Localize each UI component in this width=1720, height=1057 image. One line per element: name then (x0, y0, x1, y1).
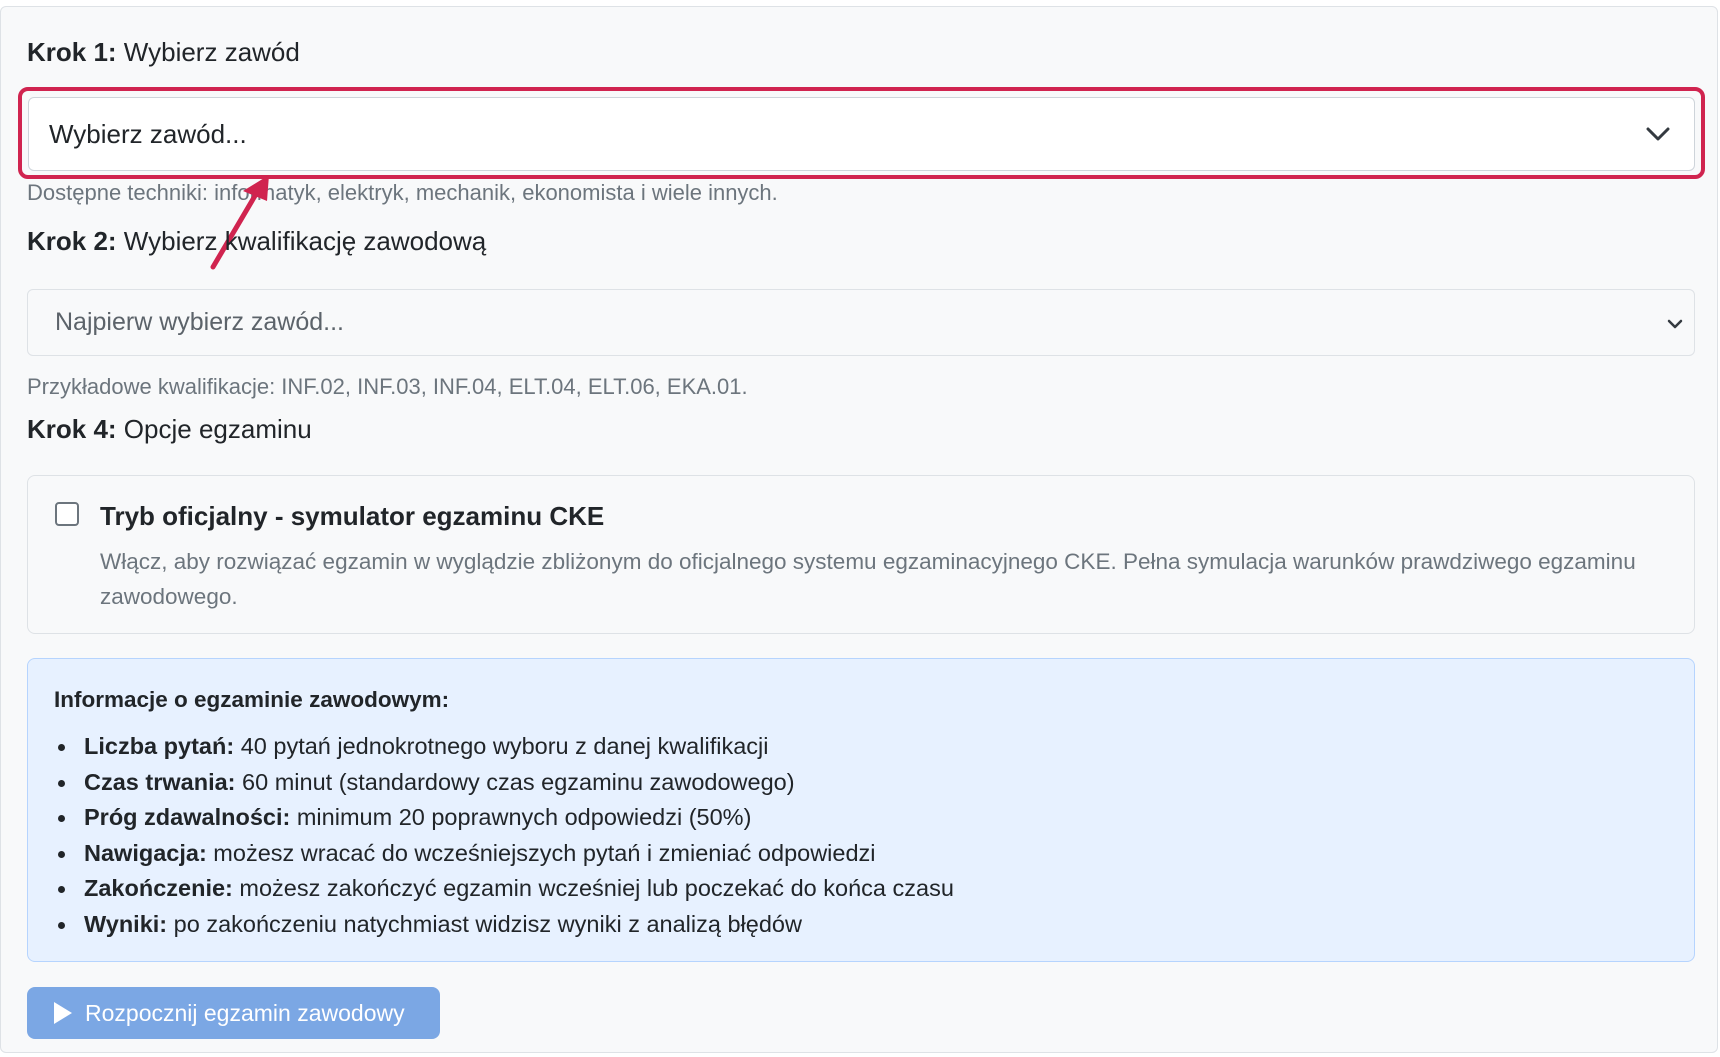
step2-heading: Krok 2: Wybierz kwalifikację zawodową (27, 226, 487, 256)
step1-heading: Krok 1: Wybierz zawód (27, 37, 300, 67)
official-mode-title[interactable]: Tryb oficjalny - symulator egzaminu CKE (100, 501, 604, 532)
list-item: Nawigacja: możesz wracać do wcześniejszy… (54, 836, 954, 872)
official-mode-option: Tryb oficjalny - symulator egzaminu CKE … (27, 475, 1695, 634)
profession-select[interactable]: Wybierz zawód... (28, 97, 1695, 171)
chevron-down-icon (1646, 127, 1670, 141)
start-exam-button[interactable]: Rozpocznij egzamin zawodowy (27, 987, 440, 1039)
qualification-select-value: Najpierw wybierz zawód... (55, 308, 344, 336)
list-item: Próg zdawalności: minimum 20 poprawnych … (54, 800, 954, 836)
step4-heading: Krok 4: Opcje egzaminu (27, 414, 312, 444)
exam-info-box: Informacje o egzaminie zawodowym: Liczba… (27, 658, 1695, 962)
list-item: Zakończenie: możesz zakończyć egzamin wc… (54, 871, 954, 907)
list-item: Wyniki: po zakończeniu natychmiast widzi… (54, 907, 954, 943)
play-icon (54, 1002, 72, 1024)
chevron-down-icon (1667, 319, 1683, 329)
start-exam-label: Rozpocznij egzamin zawodowy (85, 999, 405, 1026)
step1-hint: Dostępne techniki: informatyk, elektryk,… (27, 180, 778, 205)
official-mode-description: Włącz, aby rozwiązać egzamin w wyglądzie… (100, 549, 1636, 609)
profession-select-value: Wybierz zawód... (49, 118, 247, 149)
info-title: Informacje o egzaminie zawodowym: (54, 687, 450, 712)
info-list: Liczba pytań: 40 pytań jednokrotnego wyb… (54, 729, 954, 943)
exam-setup-card: Krok 1: Wybierz zawód Wybierz zawód... D… (0, 6, 1718, 1053)
list-item: Liczba pytań: 40 pytań jednokrotnego wyb… (54, 729, 954, 765)
list-item: Czas trwania: 60 minut (standardowy czas… (54, 765, 954, 801)
annotation-arrow-icon (210, 175, 269, 270)
qualification-select[interactable]: Najpierw wybierz zawód... (27, 289, 1695, 356)
step2-hint: Przykładowe kwalifikacje: INF.02, INF.03… (27, 374, 748, 399)
official-mode-checkbox[interactable] (55, 502, 79, 526)
